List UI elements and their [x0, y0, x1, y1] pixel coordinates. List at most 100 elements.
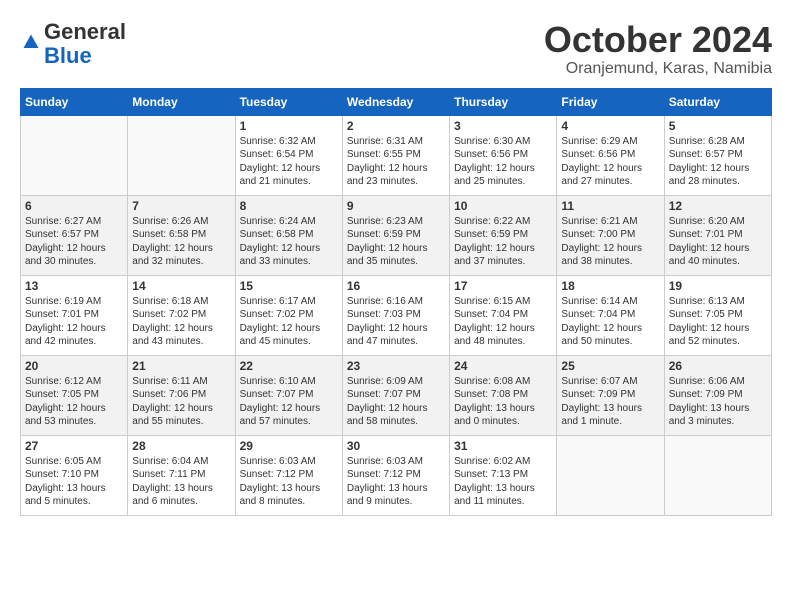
- calendar-subtitle: Oranjemund, Karas, Namibia: [544, 60, 772, 78]
- day-info-line: Sunrise: 6:20 AM: [669, 216, 745, 227]
- table-row: 18Sunrise: 6:14 AMSunset: 7:04 PMDayligh…: [557, 275, 664, 355]
- day-info: Sunrise: 6:29 AMSunset: 6:56 PMDaylight:…: [561, 135, 659, 189]
- day-number: 3: [454, 119, 552, 133]
- table-row: 20 Sunrise: 6:12 AMSunset: 7:05 PMDayligh…: [21, 355, 128, 435]
- day-number: 11: [561, 199, 659, 213]
- calendar-week-3: 13Sunrise: 6:19 AMSunset: 7:01 PMDayligh…: [21, 275, 772, 355]
- day-info-line: Sunset: 7:09 PM: [561, 389, 635, 400]
- day-info-line: Sunset: 6:59 PM: [347, 229, 421, 240]
- day-info-line: Sunrise: 6:22 AM: [454, 216, 530, 227]
- day-info: Sunrise: 6:23 AMSunset: 6:59 PMDaylight:…: [347, 215, 445, 269]
- day-info-line: Sunset: 7:05 PM: [669, 309, 743, 320]
- table-row: 5Sunrise: 6:28 AMSunset: 6:57 PMDaylight…: [664, 115, 771, 195]
- day-info: Sunrise: 6:21 AMSunset: 7:00 PMDaylight:…: [561, 215, 659, 269]
- day-info-line: Sunset: 6:58 PM: [132, 229, 206, 240]
- day-info-line: Daylight: 12 hours and 30 minutes.: [25, 243, 106, 268]
- day-info: Sunrise: 6:12 AMSunset: 7:05 PMDaylight:…: [25, 375, 123, 429]
- day-info-line: Daylight: 12 hours and 47 minutes.: [347, 323, 428, 348]
- logo-icon: [22, 33, 40, 51]
- day-info: Sunrise: 6:16 AMSunset: 7:03 PMDaylight:…: [347, 295, 445, 349]
- day-info-line: Daylight: 12 hours and 25 minutes.: [454, 163, 535, 188]
- day-info-line: Sunset: 6:56 PM: [561, 149, 635, 160]
- col-wednesday: Wednesday: [342, 88, 449, 115]
- day-info-line: Sunset: 7:11 PM: [132, 469, 205, 480]
- day-info: Sunrise: 6:20 AMSunset: 7:01 PMDaylight:…: [669, 215, 767, 269]
- day-number: 9: [347, 199, 445, 213]
- day-info-line: Daylight: 12 hours and 38 minutes.: [561, 243, 642, 268]
- day-info-line: Daylight: 13 hours and 9 minutes.: [347, 483, 428, 508]
- day-info-line: Sunset: 6:57 PM: [669, 149, 743, 160]
- day-info: Sunrise: 6:08 AMSunset: 7:08 PMDaylight:…: [454, 375, 552, 429]
- day-number: 22: [240, 359, 338, 373]
- calendar-week-5: 27Sunrise: 6:05 AMSunset: 7:10 PMDayligh…: [21, 435, 772, 515]
- day-number: 5: [669, 119, 767, 133]
- header: General Blue October 2024 Oranjemund, Ka…: [20, 20, 772, 78]
- day-number: 20: [25, 359, 123, 373]
- day-info-line: Sunrise: 6:15 AM: [454, 296, 530, 307]
- logo-blue: Blue: [44, 43, 92, 68]
- day-number: 23: [347, 359, 445, 373]
- day-info-line: Sunrise: 6:02 AM: [454, 456, 530, 467]
- table-row: 6Sunrise: 6:27 AMSunset: 6:57 PMDaylight…: [21, 195, 128, 275]
- day-number: 17: [454, 279, 552, 293]
- table-row: 26Sunrise: 6:06 AMSunset: 7:09 PMDayligh…: [664, 355, 771, 435]
- day-info-line: Sunrise: 6:12 AM: [25, 376, 101, 387]
- day-info-line: Sunrise: 6:10 AM: [240, 376, 316, 387]
- day-info-line: Sunset: 7:12 PM: [347, 469, 421, 480]
- day-info-line: Sunrise: 6:14 AM: [561, 296, 637, 307]
- calendar-header-row: Sunday Monday Tuesday Wednesday Thursday…: [21, 88, 772, 115]
- day-number: 24: [454, 359, 552, 373]
- day-info-line: Sunrise: 6:06 AM: [669, 376, 745, 387]
- day-info: Sunrise: 6:26 AMSunset: 6:58 PMDaylight:…: [132, 215, 230, 269]
- table-row: 29Sunrise: 6:03 AMSunset: 7:12 PMDayligh…: [235, 435, 342, 515]
- day-info-line: Sunrise: 6:07 AM: [561, 376, 637, 387]
- table-row: [128, 115, 235, 195]
- day-info-line: Daylight: 12 hours and 45 minutes.: [240, 323, 321, 348]
- table-row: 23Sunrise: 6:09 AMSunset: 7:07 PMDayligh…: [342, 355, 449, 435]
- day-number: 12: [669, 199, 767, 213]
- day-info-line: Daylight: 12 hours and 52 minutes.: [669, 323, 750, 348]
- table-row: 31 Sunrise: 6:02 AMSunset: 7:13 PMDayligh…: [450, 435, 557, 515]
- calendar-week-4: 20 Sunrise: 6:12 AMSunset: 7:05 PMDayligh…: [21, 355, 772, 435]
- day-info-line: Sunset: 7:07 PM: [347, 389, 421, 400]
- day-info: Sunrise: 6:10 AMSunset: 7:07 PMDaylight:…: [240, 375, 338, 429]
- day-info: Sunrise: 6:03 AMSunset: 7:12 PMDaylight:…: [347, 455, 445, 509]
- day-number: 30: [347, 439, 445, 453]
- day-info-line: Sunrise: 6:19 AM: [25, 296, 101, 307]
- table-row: 22Sunrise: 6:10 AMSunset: 7:07 PMDayligh…: [235, 355, 342, 435]
- table-row: 9 Sunrise: 6:23 AMSunset: 6:59 PMDaylight…: [342, 195, 449, 275]
- day-info: Sunrise: 6:22 AMSunset: 6:59 PMDaylight:…: [454, 215, 552, 269]
- day-number: 8: [240, 199, 338, 213]
- day-info: Sunrise: 6:27 AMSunset: 6:57 PMDaylight:…: [25, 215, 123, 269]
- day-info: Sunrise: 6:07 AMSunset: 7:09 PMDaylight:…: [561, 375, 659, 429]
- day-info: Sunrise: 6:13 AMSunset: 7:05 PMDaylight:…: [669, 295, 767, 349]
- day-info-line: Daylight: 12 hours and 35 minutes.: [347, 243, 428, 268]
- day-info-line: Daylight: 12 hours and 50 minutes.: [561, 323, 642, 348]
- table-row: 4Sunrise: 6:29 AMSunset: 6:56 PMDaylight…: [557, 115, 664, 195]
- table-row: [557, 435, 664, 515]
- calendar-page: General Blue October 2024 Oranjemund, Ka…: [0, 0, 792, 526]
- table-row: 10Sunrise: 6:22 AMSunset: 6:59 PMDayligh…: [450, 195, 557, 275]
- day-info-line: Sunset: 7:07 PM: [240, 389, 314, 400]
- day-info-line: Daylight: 12 hours and 21 minutes.: [240, 163, 321, 188]
- day-info: Sunrise: 6:02 AMSunset: 7:13 PMDaylight:…: [454, 455, 552, 509]
- day-info-line: Sunrise: 6:24 AM: [240, 216, 316, 227]
- day-number: 26: [669, 359, 767, 373]
- day-info-line: Sunrise: 6:04 AM: [132, 456, 208, 467]
- day-info-line: Daylight: 12 hours and 42 minutes.: [25, 323, 106, 348]
- calendar-table: Sunday Monday Tuesday Wednesday Thursday…: [20, 88, 772, 516]
- day-info-line: Sunrise: 6:18 AM: [132, 296, 208, 307]
- day-info-line: Sunset: 6:58 PM: [240, 229, 314, 240]
- day-number: 28: [132, 439, 230, 453]
- day-info-line: Sunrise: 6:03 AM: [240, 456, 316, 467]
- day-info-line: Sunset: 6:54 PM: [240, 149, 314, 160]
- day-number: 31: [454, 439, 552, 453]
- day-info-line: Daylight: 12 hours and 43 minutes.: [132, 323, 213, 348]
- day-info: Sunrise: 6:14 AMSunset: 7:04 PMDaylight:…: [561, 295, 659, 349]
- day-info-line: Daylight: 12 hours and 28 minutes.: [669, 163, 750, 188]
- day-info-line: Sunset: 7:10 PM: [25, 469, 99, 480]
- day-number: 7: [132, 199, 230, 213]
- col-saturday: Saturday: [664, 88, 771, 115]
- table-row: 24 Sunrise: 6:08 AMSunset: 7:08 PMDayligh…: [450, 355, 557, 435]
- calendar-title: October 2024: [544, 20, 772, 60]
